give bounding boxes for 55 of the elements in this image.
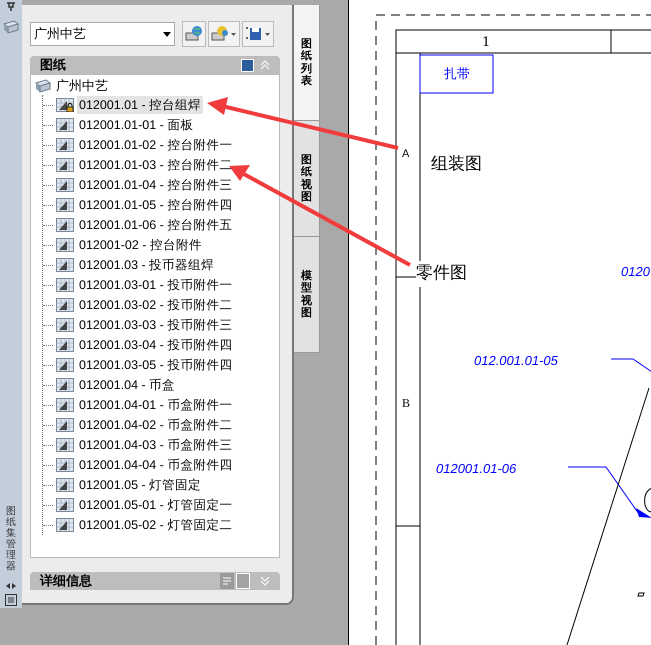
tree-item[interactable]: 012001.03-02 - 投币附件二 (77, 296, 234, 314)
pin-icon[interactable] (6, 2, 16, 12)
row-label: A (402, 147, 410, 162)
tree-item[interactable]: 012001.01-01 - 面板 (77, 116, 196, 134)
sheet-set-icon (34, 78, 52, 92)
annotation-label: 零件图 (416, 261, 467, 286)
resize-icon[interactable] (6, 582, 16, 590)
section-title: 图纸 (40, 56, 67, 74)
part-label: 0120 (621, 263, 650, 281)
tree-item[interactable]: 012001.03-05 - 投币附件四 (77, 356, 234, 374)
printer-globe-dropdown-button[interactable] (208, 21, 240, 47)
tree-item[interactable]: 012001.04-01 - 币盒附件一 (77, 396, 234, 414)
tab[interactable]: 图纸视图 (294, 121, 320, 237)
tree-item[interactable]: 012001.04 - 币盒 (77, 376, 178, 394)
save-dropdown-button[interactable] (242, 21, 274, 47)
tab[interactable]: 模型视图 (294, 237, 320, 353)
tree-item[interactable]: 012001.03 - 投币器组焊 (77, 256, 216, 274)
annotation-label: 组装图 (431, 153, 482, 176)
refresh-icon[interactable] (241, 58, 254, 72)
tree-item[interactable]: 012001-02 - 控台附件 (77, 236, 204, 254)
save-icon (245, 25, 271, 43)
tree-item[interactable]: 012001.05-01 - 灯管固定一 (77, 496, 234, 514)
leader-line (610, 358, 651, 372)
row-label: B (402, 395, 410, 412)
tree-item[interactable]: 012001.03-04 - 投币附件四 (77, 336, 234, 354)
tree-item[interactable]: 012001.03-01 - 投币附件一 (77, 276, 234, 294)
tab[interactable]: 图纸列表 (294, 5, 320, 121)
tree-item[interactable]: 012001.03-03 - 投币附件三 (77, 316, 234, 334)
printer-globe-icon (185, 25, 203, 43)
tree-item[interactable]: 012001.01 - 控台组焊 (77, 96, 204, 114)
printer-globe-button[interactable] (182, 21, 206, 47)
tree-item[interactable]: 012001.01-03 - 控台附件二 (77, 156, 234, 174)
tree-item[interactable]: 012001.01-04 - 控台附件三 (77, 176, 234, 194)
list-view-icon[interactable] (220, 573, 234, 589)
part-label: 012.001.01-05 (474, 352, 558, 370)
side-strip-title: 图纸集管理器 (6, 506, 16, 572)
title-box-text: 扎带 (444, 65, 470, 83)
tree-item[interactable]: 012001.04-03 - 币盒附件三 (77, 436, 234, 454)
sheet-set-icon (3, 20, 19, 34)
tree-item[interactable]: 广州中艺 (56, 76, 108, 96)
tree-item[interactable]: 012001.01-06 - 控台附件五 (77, 216, 234, 234)
hole-mark (637, 592, 645, 596)
properties-icon[interactable] (5, 594, 17, 606)
tree-item[interactable]: 012001.04-04 - 币盒附件四 (77, 456, 234, 474)
tree-item[interactable]: 012001.01-02 - 控台附件一 (77, 136, 234, 154)
tree-item[interactable]: 012001.05-02 - 灯管固定二 (77, 516, 234, 534)
caret-icon (163, 32, 171, 36)
tree-item[interactable]: 012001.05 - 灯管固定 (77, 476, 204, 494)
column-label: 1 (482, 34, 490, 52)
tree-item[interactable]: 012001.01-05 - 控台附件四 (77, 196, 234, 214)
sheet-set-dropdown[interactable]: 广州中艺 (30, 22, 175, 46)
tree-item[interactable]: 012001.04-02 - 币盒附件二 (77, 416, 234, 434)
section-title: 详细信息 (40, 572, 93, 590)
printer-globe-icon (211, 25, 237, 43)
part-label: 012001.01-06 (436, 460, 516, 478)
